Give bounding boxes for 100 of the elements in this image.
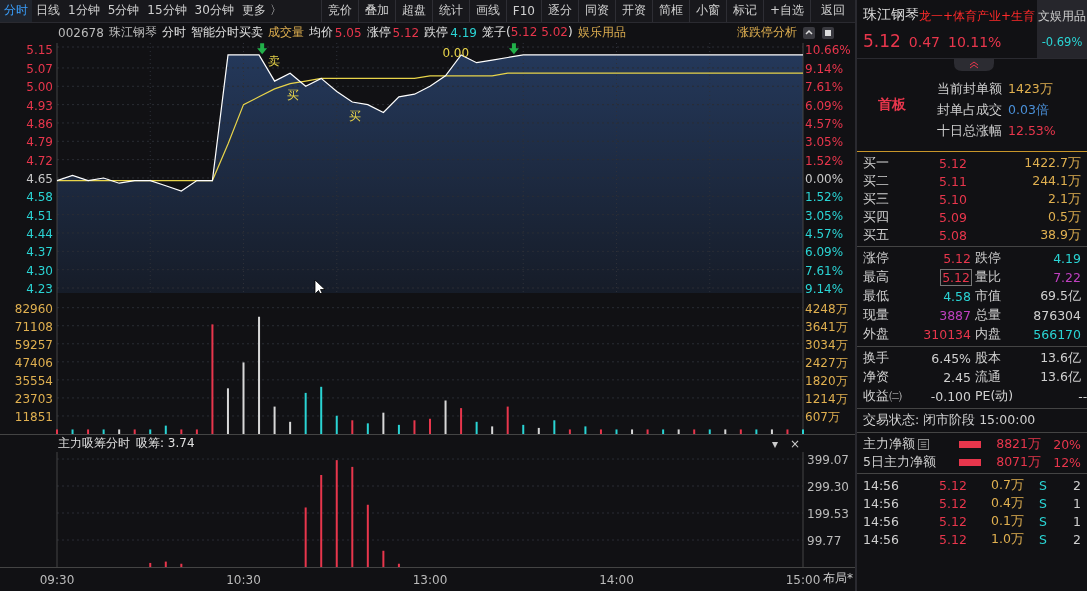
percent-axis-label: 6.09% [805,245,844,260]
collapse-handle[interactable] [952,59,996,71]
volume-bar [584,426,587,434]
stat-label: 最低 [863,288,890,305]
timeframe-tab[interactable]: 日线 [32,0,64,22]
stat-value: 13.6亿 [1039,350,1081,367]
expand-icon[interactable] [802,25,816,40]
price-axis-label: 5.15 [26,42,53,57]
volume-bar [491,426,494,434]
volume-bar [133,429,136,434]
time-axis-label: 10:30 [226,573,261,587]
volume-bar [662,429,665,434]
toolbar-button[interactable]: F10 [505,0,541,22]
stat-value: 310134 [922,327,971,342]
stat-label: PE(动) [975,388,1014,405]
price-axis-label: 4.30 [26,263,53,278]
sector-name: 文娱用品 [1038,9,1086,25]
info-value: 5.05 [334,25,362,40]
bid-volume: 2.1万 [1047,190,1081,208]
analysis-link[interactable]: 涨跌停分析 [737,24,797,42]
indicator-bar [149,562,152,567]
volume-bar [118,429,121,434]
sub-indicator-name[interactable]: 成交量 [267,24,304,42]
volume-bar [553,420,556,434]
toolbar-button[interactable]: 竞价 [320,0,358,22]
timeframe-tab[interactable]: 1分钟 [64,0,104,22]
stat-value: 3887 [938,308,971,323]
volume-bar [289,422,292,434]
trade-side: S [1039,513,1048,529]
volume-bar [522,425,525,434]
volume-bar [180,429,183,434]
sector-card[interactable]: 文娱用品 -0.69% [1037,0,1087,58]
stat-label: 换手 [863,350,890,367]
timeframe-tab[interactable]: 30分钟 [190,0,238,22]
window-icon[interactable] [821,25,835,40]
toolbar-button[interactable]: 简框 [651,0,689,22]
timeframe-tab[interactable]: 更多 〉 [237,0,286,22]
chart-mode: 分时 [161,24,186,42]
indicator-axis-label: 399.07 [807,453,849,467]
toolbar-button[interactable]: 叠加 [357,0,395,22]
percent-axis-label: 7.61% [805,80,844,95]
percent-axis-label: 3.05% [805,208,844,223]
trade-volume: 0.7万 [991,476,1025,494]
volume-bar [537,428,540,434]
indicator-name[interactable]: 智能分时买卖 [190,24,263,42]
stat-value: 6.45% [930,351,971,366]
timeframe-tab[interactable]: 5分钟 [103,0,144,22]
list-icon[interactable] [918,438,929,450]
concept-tags[interactable]: 龙一+体育产业+生育 [919,8,1036,25]
net-flow-label: 主力净额 [863,435,915,453]
stat-label: 收益㈡ [863,388,901,405]
percent-change: 10.11% [948,34,1002,50]
volume-bar [786,429,789,434]
trading-status: 交易状态: 闭市阶段 15:00:00 [857,409,1087,433]
timeframe-tab[interactable]: 分时 [0,0,32,22]
trade-time: 14:56 [863,477,901,493]
stat-value: 566170 [1032,327,1081,342]
toolbar-button[interactable]: 标记 [725,0,763,22]
time-axis-label: 14:00 [599,573,634,587]
stat-value: 7.22 [1052,270,1081,285]
toolbar-button[interactable]: +自选 [762,0,810,22]
toolbar-button[interactable]: 超盘 [394,0,432,22]
cursor-icon [314,279,326,294]
stat-value: 69.5亿 [1039,288,1081,305]
volume-bar [677,429,680,434]
toolbar-button[interactable]: 开资 [614,0,652,22]
down-arrow-icon [508,43,519,55]
info-label: 均价 [308,24,333,42]
signal-label: 卖 [268,54,281,68]
toolbar-button[interactable]: 同资 [577,0,615,22]
toolbar-button[interactable]: 小窗 [688,0,726,22]
volume-bar [164,425,167,434]
price-axis-label: 4.23 [26,281,53,294]
dropdown-button[interactable]: ▾ [768,436,781,451]
toolbar-button[interactable]: 画线 [468,0,506,22]
back-button[interactable]: 返回 [810,0,855,22]
percent-axis-label: 10.66% [805,42,851,57]
volume-bar [568,429,571,434]
bid-price: 5.09 [939,209,968,225]
stat-value: 4.19 [1052,251,1081,266]
signal-label: 0.00 [442,46,470,61]
seal-value: 12.53% [1008,122,1056,140]
timeframe-tab[interactable]: 15分钟 [143,0,191,22]
volume-bar [739,429,742,434]
volume-axis-label: 71108 [14,320,53,335]
bid-level: 买五 [863,226,890,244]
stat-label: 内盘 [975,326,1002,343]
signal-label: 买 [287,88,299,103]
close-button[interactable]: × [786,436,803,451]
volume-bar [366,423,369,434]
info-value: 5.12 [392,25,420,40]
toolbar-button[interactable]: 统计 [431,0,469,22]
percent-axis-label: 0.00% [805,171,844,186]
trade-volume: 0.1万 [991,512,1025,530]
price-axis-label: 4.79 [26,135,53,150]
volume-bar [599,429,602,434]
layout-button[interactable]: 布局* [821,570,855,587]
trade-count: 2 [1072,531,1081,547]
bid-level: 买四 [863,208,890,226]
toolbar-button[interactable]: 逐分 [540,0,578,22]
